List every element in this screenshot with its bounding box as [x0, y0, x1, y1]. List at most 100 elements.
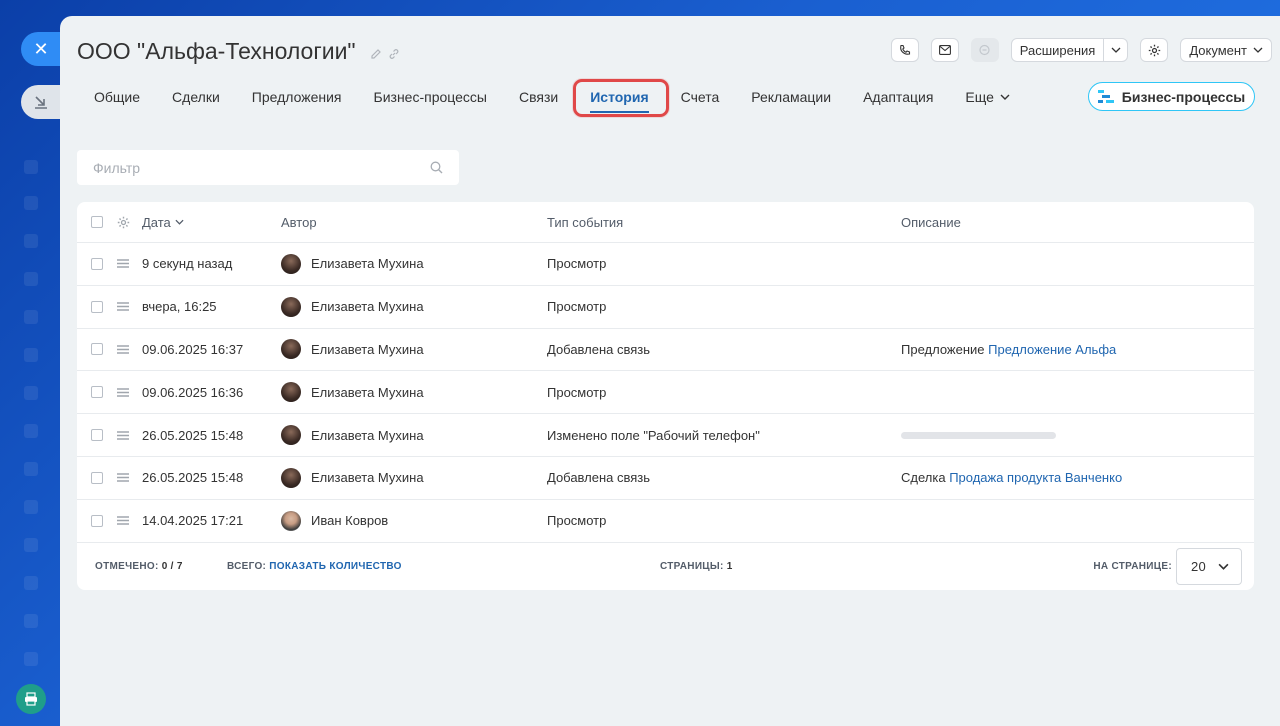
- close-slider-button[interactable]: ✕: [21, 32, 61, 66]
- email-button[interactable]: [930, 38, 959, 62]
- row-desc-link[interactable]: Предложение Альфа: [988, 342, 1116, 357]
- column-type[interactable]: Тип события: [543, 215, 897, 230]
- chat-button[interactable]: [970, 38, 999, 62]
- table-row[interactable]: 09.06.2025 16:36 Елизавета Мухина Просмо…: [77, 371, 1254, 415]
- row-checkbox[interactable]: [91, 429, 103, 442]
- extensions-button[interactable]: Расширения: [1010, 38, 1129, 62]
- business-processes-label: Бизнес-процессы: [1121, 88, 1246, 105]
- business-processes-button[interactable]: Бизнес-процессы: [1088, 82, 1255, 111]
- tab-general[interactable]: Общие: [78, 89, 156, 105]
- row-checkbox[interactable]: [91, 471, 103, 484]
- rail-item[interactable]: [24, 234, 38, 248]
- tab-more[interactable]: Еще: [949, 89, 1026, 105]
- tab-history[interactable]: История: [574, 89, 664, 113]
- page-size-label: На странице:: [1093, 560, 1172, 572]
- row-author[interactable]: Елизавета Мухина: [311, 428, 424, 443]
- rail-item[interactable]: [24, 348, 38, 362]
- entity-tabs: Общие Сделки Предложения Бизнес-процессы…: [78, 86, 1026, 113]
- chevron-down-icon: [1253, 47, 1263, 53]
- row-author[interactable]: Елизавета Мухина: [311, 299, 424, 314]
- rail-item[interactable]: [24, 272, 38, 286]
- show-count-link[interactable]: Показать количество: [269, 561, 401, 572]
- row-menu-icon[interactable]: [117, 388, 129, 397]
- page-number[interactable]: 1: [727, 561, 733, 572]
- page-size: На странице: 20: [1093, 547, 1242, 585]
- avatar: [281, 296, 301, 317]
- phone-icon: [899, 44, 910, 55]
- row-date: 9 секунд назад: [142, 256, 233, 272]
- rail-item[interactable]: [24, 196, 38, 210]
- rail-item[interactable]: [24, 310, 38, 324]
- rail-item[interactable]: [24, 462, 38, 476]
- tab-business-processes[interactable]: Бизнес-процессы: [358, 89, 503, 105]
- search-icon[interactable]: [430, 161, 443, 174]
- avatar: [281, 425, 301, 446]
- row-author[interactable]: Елизавета Мухина: [311, 342, 424, 357]
- table-row[interactable]: 9 секунд назад Елизавета Мухина Просмотр: [77, 243, 1254, 286]
- column-desc[interactable]: Описание: [897, 215, 1254, 230]
- entity-title: ООО "Альфа-Технологии": [77, 38, 400, 65]
- selected-count: Отмечено: 0 / 7: [95, 561, 183, 572]
- grid-header: Дата Автор Тип события Описание: [77, 202, 1254, 243]
- column-author[interactable]: Автор: [275, 215, 543, 230]
- grid-footer: Отмечено: 0 / 7 Всего: Показать количест…: [77, 543, 1254, 590]
- tab-claims[interactable]: Рекламации: [735, 89, 847, 105]
- select-all-checkbox[interactable]: [91, 216, 103, 228]
- pages-label: Страницы:: [660, 560, 724, 572]
- column-author-label: Автор: [281, 214, 317, 230]
- document-button[interactable]: Документ: [1180, 38, 1272, 62]
- page-size-select[interactable]: 20: [1176, 547, 1242, 585]
- table-row[interactable]: вчера, 16:25 Елизавета Мухина Просмотр: [77, 286, 1254, 329]
- tab-quotes[interactable]: Предложения: [236, 89, 358, 105]
- extensions-dropdown[interactable]: [1103, 39, 1127, 61]
- filter-input[interactable]: Фильтр: [77, 150, 459, 185]
- table-row[interactable]: 26.05.2025 15:48 Елизавета Мухина Измене…: [77, 414, 1254, 457]
- row-menu-icon[interactable]: [117, 473, 129, 483]
- row-author[interactable]: Иван Ковров: [311, 513, 388, 528]
- left-rail: ✕: [0, 0, 61, 726]
- row-checkbox[interactable]: [91, 514, 103, 527]
- table-row[interactable]: 09.06.2025 16:37 Елизавета Мухина Добавл…: [77, 329, 1254, 372]
- rail-item[interactable]: [24, 386, 38, 400]
- chevron-down-icon: [1000, 94, 1010, 100]
- call-button[interactable]: [890, 38, 919, 62]
- row-menu-icon[interactable]: [117, 345, 129, 354]
- printer-icon: [25, 692, 37, 706]
- row-author[interactable]: Елизавета Мухина: [311, 385, 424, 400]
- page-title: ООО "Альфа-Технологии": [77, 38, 356, 64]
- tab-deals[interactable]: Сделки: [156, 89, 236, 105]
- rail-item[interactable]: [24, 652, 38, 666]
- row-menu-icon[interactable]: [117, 516, 129, 525]
- row-checkbox[interactable]: [91, 386, 103, 399]
- rail-item[interactable]: [24, 424, 38, 438]
- table-row[interactable]: 14.04.2025 17:21 Иван Ковров Просмотр: [77, 500, 1254, 543]
- total-count: Всего: Показать количество: [227, 561, 402, 572]
- printer-button[interactable]: [16, 684, 46, 714]
- row-checkbox[interactable]: [91, 300, 103, 313]
- row-desc-link[interactable]: Продажа продукта Ванченко: [949, 470, 1122, 485]
- row-menu-icon[interactable]: [117, 430, 129, 440]
- tab-label: Общие: [94, 89, 141, 105]
- rail-item[interactable]: [24, 500, 38, 514]
- rail-item[interactable]: [24, 614, 38, 628]
- rail-item[interactable]: [24, 576, 38, 590]
- row-checkbox[interactable]: [91, 257, 103, 270]
- row-menu-icon[interactable]: [117, 259, 129, 269]
- row-type: Добавлена связь: [547, 341, 651, 357]
- rail-item[interactable]: [24, 160, 38, 174]
- column-date[interactable]: Дата: [135, 215, 275, 230]
- table-row[interactable]: 26.05.2025 15:48 Елизавета Мухина Добавл…: [77, 457, 1254, 500]
- settings-button[interactable]: [1140, 38, 1169, 62]
- tab-invoices[interactable]: Счета: [665, 89, 736, 105]
- row-author[interactable]: Елизавета Мухина: [311, 256, 424, 271]
- minimize-slider-button[interactable]: [21, 85, 61, 119]
- tab-adaptation[interactable]: Адаптация: [847, 89, 949, 105]
- copy-link-icon[interactable]: [388, 48, 400, 60]
- row-menu-icon[interactable]: [117, 302, 129, 311]
- edit-pencil-icon[interactable]: [370, 48, 382, 60]
- tab-relations[interactable]: Связи: [503, 89, 574, 105]
- rail-item[interactable]: [24, 538, 38, 552]
- row-checkbox[interactable]: [91, 343, 103, 356]
- gear-icon[interactable]: [117, 216, 130, 229]
- row-author[interactable]: Елизавета Мухина: [311, 470, 424, 485]
